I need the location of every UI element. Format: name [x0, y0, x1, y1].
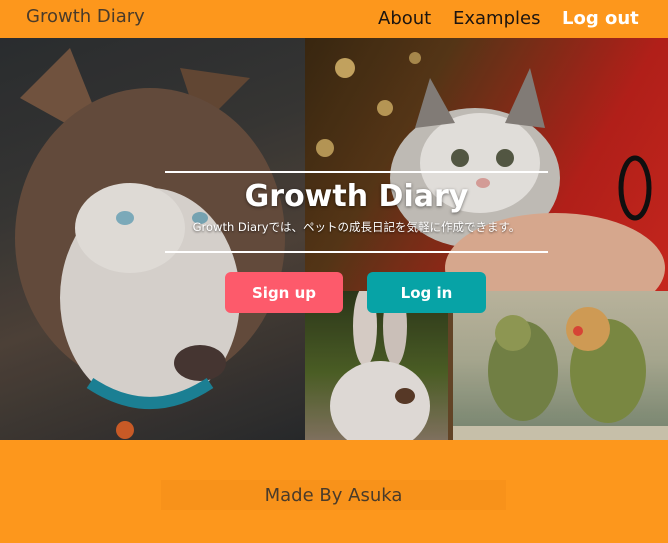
hero-subtitle: Growth Diaryでは、ペットの成長日記を気軽に作成できます。	[192, 220, 521, 234]
nav-link-about[interactable]: About	[378, 8, 431, 29]
footer-box: Made By Asuka	[161, 480, 506, 510]
hero-title: Growth Diary	[244, 179, 469, 214]
title-rule-bottom	[165, 251, 548, 253]
footer-credit: Made By Asuka	[264, 484, 403, 506]
hero-overlay	[0, 38, 668, 440]
title-rule-top	[165, 171, 548, 173]
signup-button[interactable]: Sign up	[225, 272, 343, 313]
nav-link-examples[interactable]: Examples	[453, 8, 540, 29]
navbar: Growth Diary About Examples Log out	[0, 0, 668, 38]
nav-link-logout[interactable]: Log out	[562, 8, 639, 29]
brand-logo[interactable]: Growth Diary	[26, 6, 145, 27]
login-button[interactable]: Log in	[367, 272, 486, 313]
hero-section: Growth Diary Growth Diaryでは、ペットの成長日記を気軽に…	[0, 38, 668, 440]
footer: Made By Asuka	[0, 440, 668, 543]
page: Growth Diary About Examples Log out Grow…	[0, 0, 668, 543]
